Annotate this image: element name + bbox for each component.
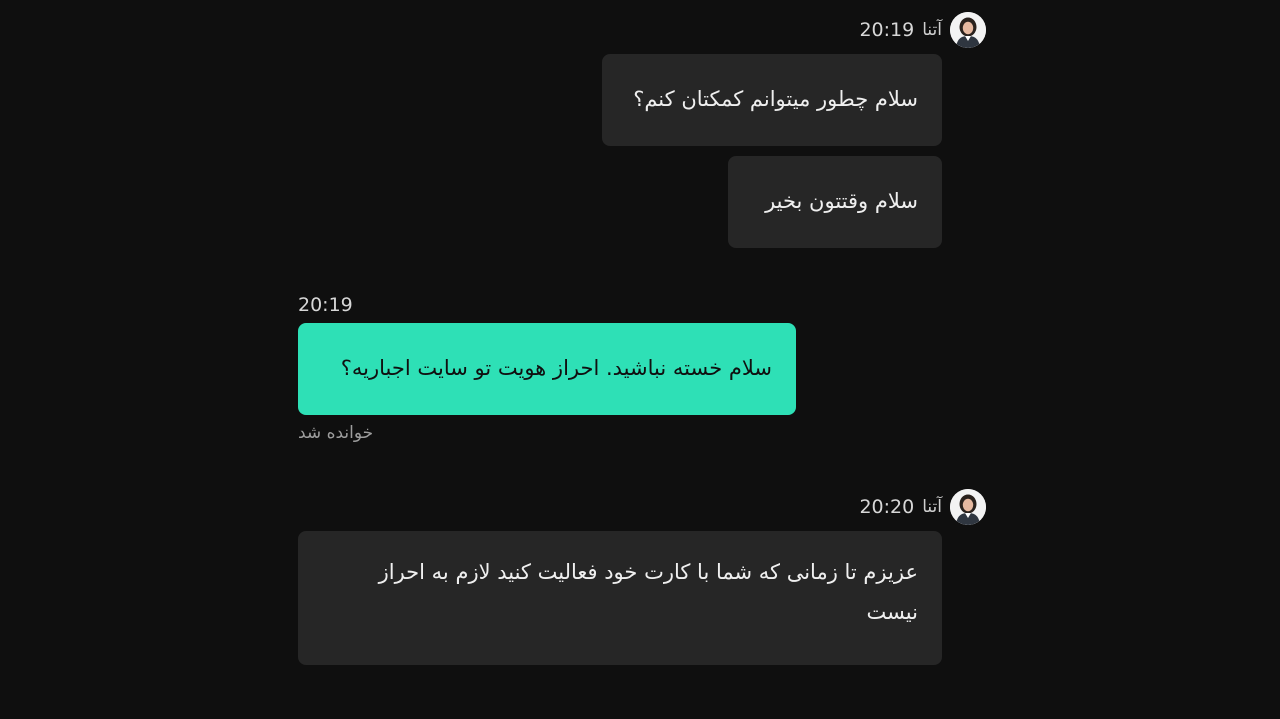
chat-thread: آتنا 20:19 سلام چطور میتوانم کمکتان کنم؟…	[0, 0, 1280, 719]
agent-header: آتنا 20:20	[859, 489, 986, 525]
user-message-bubble: سلام خسته نباشید. احراز هویت تو سایت اجب…	[298, 323, 796, 415]
read-status: خوانده شد	[298, 423, 374, 443]
agent-header: آتنا 20:19	[859, 12, 986, 48]
message-text: سلام وقتتون بخیر	[765, 189, 918, 213]
message-time: 20:19	[859, 19, 915, 41]
user-message-group: 20:19 سلام خسته نباشید. احراز هویت تو سا…	[298, 292, 986, 452]
agent-name: آتنا	[922, 20, 942, 40]
message-text: عزیزم تا زمانی که شما با کارت خود فعالیت…	[378, 560, 918, 624]
agent-message-group: آتنا 20:20 عزیزم تا زمانی که شما با کارت…	[298, 489, 986, 669]
agent-avatar-icon	[950, 489, 986, 525]
message-time: 20:20	[859, 496, 915, 518]
agent-message-group: آتنا 20:19 سلام چطور میتوانم کمکتان کنم؟…	[298, 12, 986, 252]
agent-avatar-icon	[950, 12, 986, 48]
message-time: 20:19	[298, 294, 353, 316]
agent-message-bubble: سلام وقتتون بخیر	[728, 156, 942, 248]
agent-message-bubble: عزیزم تا زمانی که شما با کارت خود فعالیت…	[298, 531, 942, 665]
agent-message-bubble: سلام چطور میتوانم کمکتان کنم؟	[602, 54, 942, 146]
message-text: سلام چطور میتوانم کمکتان کنم؟	[633, 87, 918, 111]
agent-name: آتنا	[922, 497, 942, 517]
message-text: سلام خسته نباشید. احراز هویت تو سایت اجب…	[340, 356, 772, 380]
